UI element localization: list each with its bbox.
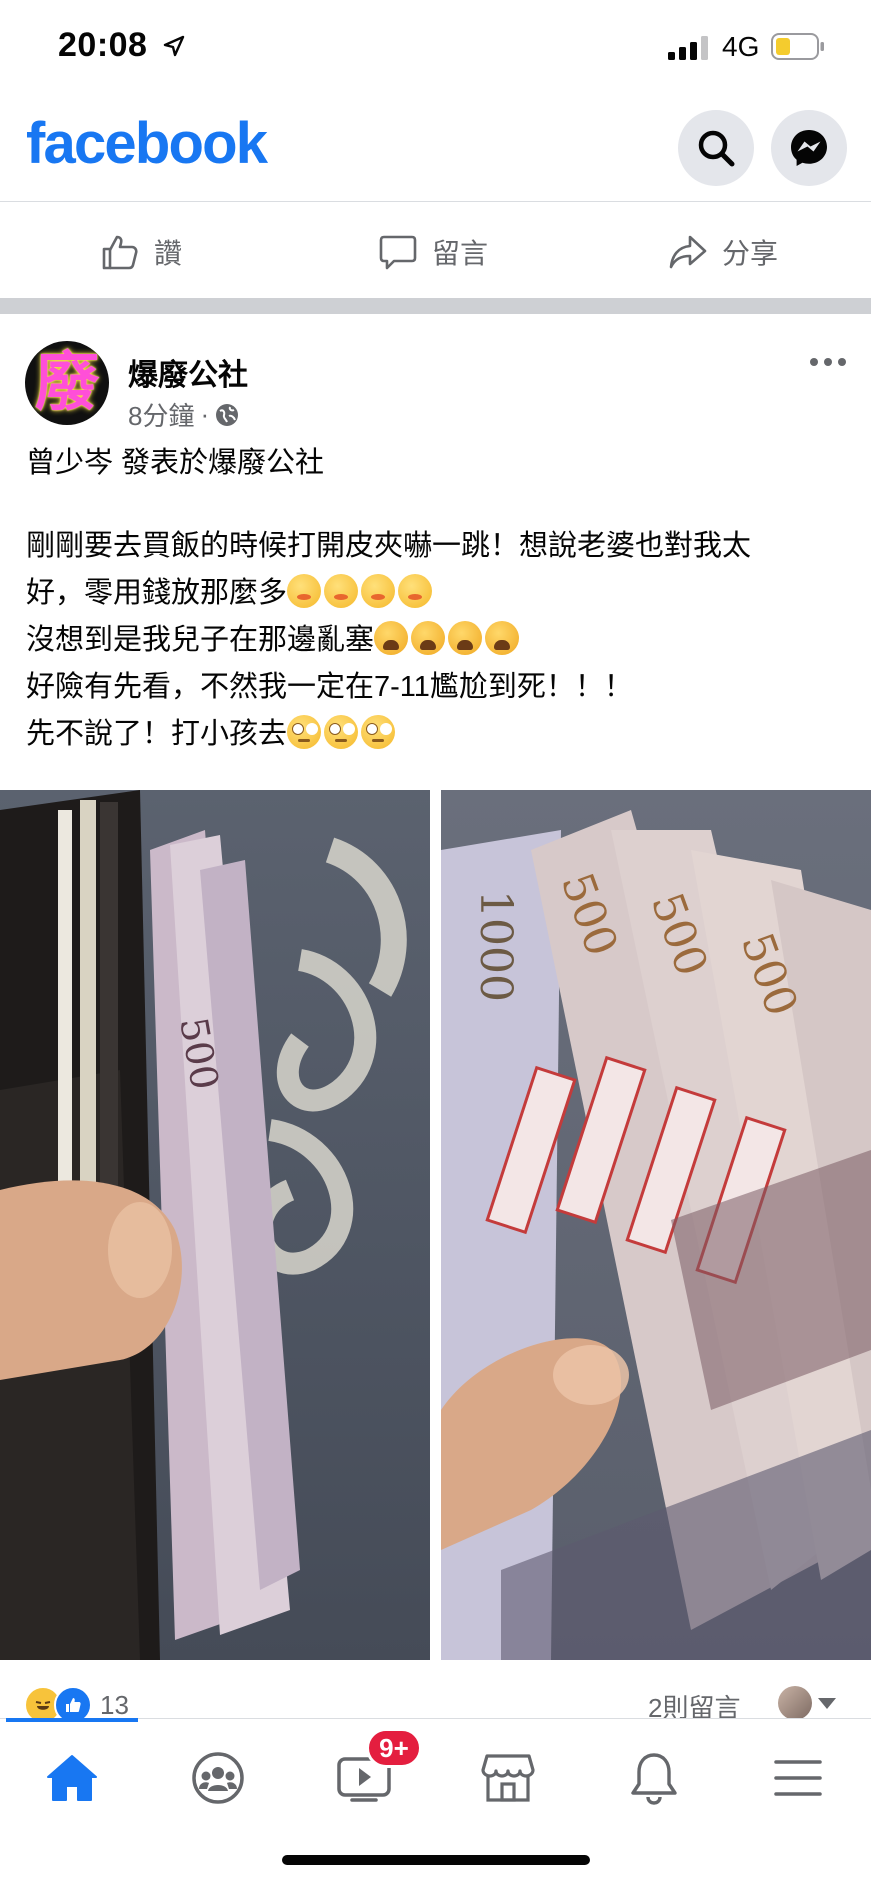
meta-separator: · — [200, 399, 210, 429]
post-author-line: 曾少岑 發表於爆廢公社 — [26, 447, 325, 479]
tab-groups[interactable] — [158, 1728, 278, 1828]
banknotes-photo-illustration: 1000 500 500 500 — [441, 810, 871, 1660]
search-icon — [698, 130, 735, 167]
thumbs-up-icon — [102, 235, 138, 270]
network-type: 4G — [722, 31, 760, 62]
more-options-button[interactable] — [810, 352, 846, 372]
tab-marketplace[interactable] — [448, 1728, 568, 1828]
globe-icon — [216, 403, 239, 426]
viewer-avatar[interactable] — [778, 1686, 812, 1720]
signal-icon — [668, 36, 708, 60]
share-icon — [669, 235, 707, 269]
watch-notification-badge: 9+ — [366, 1728, 422, 1768]
post-photo-banknotes[interactable]: 1000 500 500 500 — [441, 790, 871, 1660]
post-photo-wallet[interactable]: 500 — [0, 790, 430, 1660]
battery-icon — [771, 33, 824, 60]
tab-menu[interactable] — [738, 1728, 858, 1828]
active-tab-indicator — [6, 1718, 138, 1722]
groups-icon — [192, 1752, 244, 1804]
share-label: 分享 — [722, 238, 779, 269]
svg-text:1000: 1000 — [470, 890, 521, 1002]
feed-separator — [0, 298, 871, 314]
post-text-line: 剛剛要去買飯的時候打開皮夾嚇一跳！想說老婆也對我太 — [26, 530, 752, 562]
weary-face-emoji-icon — [374, 621, 409, 655]
status-time: 20:08 — [58, 26, 148, 64]
home-icon — [47, 1755, 97, 1801]
share-button[interactable]: 分享 — [668, 232, 778, 272]
post-meta: 8分鐘 · — [128, 396, 239, 433]
post-text-line: 好，零用錢放那麼多 — [26, 570, 846, 617]
hamburger-menu-icon — [774, 1760, 822, 1796]
more-dot-icon — [838, 358, 846, 366]
weary-face-emoji-icon — [448, 621, 483, 655]
rolling-eyes-emoji-icon — [287, 715, 322, 749]
rolling-eyes-emoji-icon — [324, 715, 359, 749]
post-text-line: 好險有先看，不然我一定在7-11尷尬到死！！！ — [26, 671, 633, 703]
caret-down-icon[interactable] — [818, 1698, 836, 1709]
post-text-segment: 先不說了！打小孩去 — [26, 718, 288, 750]
wallet-photo-illustration: 500 — [0, 790, 407, 1660]
search-button[interactable] — [678, 110, 754, 186]
more-dot-icon — [824, 358, 832, 366]
post-body: 曾少岑 發表於爆廢公社 剛剛要去買飯的時候打開皮夾嚇一跳！想說老婆也對我太 好，… — [26, 440, 846, 758]
like-button[interactable]: 讚 — [100, 232, 182, 272]
page-name-link[interactable]: 爆廢公社 — [128, 350, 248, 394]
marketplace-icon — [481, 1754, 535, 1802]
post-text-line: 先不說了！打小孩去 — [26, 711, 846, 758]
post-text-segment: 沒想到是我兒子在那邊亂塞 — [26, 624, 375, 656]
post-time[interactable]: 8分鐘 — [128, 396, 194, 433]
kissing-face-emoji-icon — [287, 574, 322, 608]
comment-icon — [379, 235, 417, 270]
post-text-line: 沒想到是我兒子在那邊亂塞 — [26, 617, 846, 664]
tab-notifications[interactable] — [594, 1728, 714, 1828]
rolling-eyes-emoji-icon — [361, 715, 396, 749]
messenger-icon — [791, 130, 827, 166]
avatar-glyph: 廢 — [35, 346, 99, 420]
kissing-face-emoji-icon — [324, 574, 359, 608]
facebook-logo[interactable]: facebook — [26, 110, 268, 177]
post-text-segment: 好，零用錢放那麼多 — [26, 577, 288, 609]
more-dot-icon — [810, 358, 818, 366]
reaction-count: 13 — [100, 1689, 129, 1720]
weary-face-emoji-icon — [485, 621, 520, 655]
like-label: 讚 — [154, 238, 183, 269]
tab-home[interactable] — [12, 1728, 132, 1828]
messenger-button[interactable] — [771, 110, 847, 186]
weary-face-emoji-icon — [411, 621, 446, 655]
page-avatar[interactable]: 廢 — [25, 341, 109, 425]
kissing-face-emoji-icon — [398, 574, 433, 608]
kissing-face-emoji-icon — [361, 574, 396, 608]
location-arrow-icon — [163, 35, 185, 57]
comment-label: 留言 — [432, 238, 489, 269]
bell-icon — [631, 1753, 677, 1805]
comment-button[interactable]: 留言 — [378, 232, 488, 272]
home-indicator[interactable] — [282, 1855, 590, 1865]
